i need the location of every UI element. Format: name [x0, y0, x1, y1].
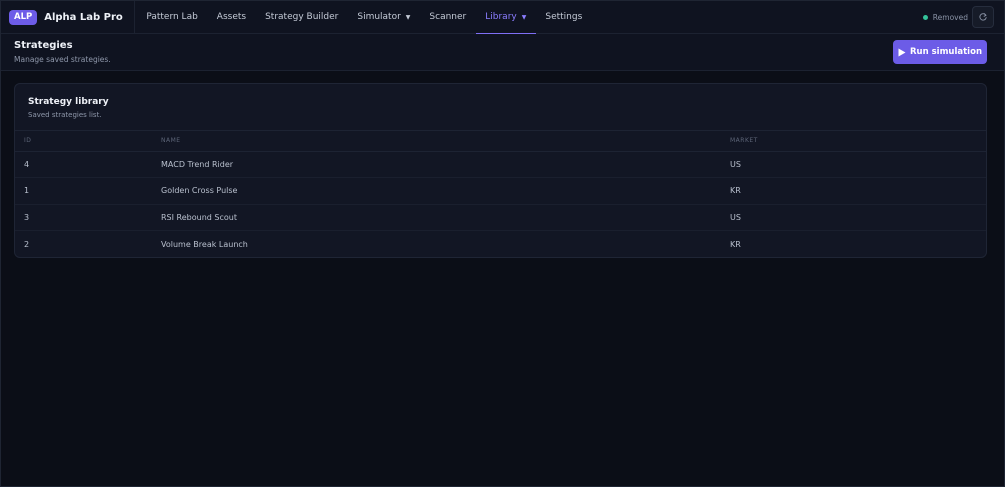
nav-label: Strategy Builder — [265, 12, 339, 22]
table-row[interactable]: 1 Golden Cross Pulse KR — [15, 177, 986, 205]
table-row[interactable]: 3 RSI Rebound Scout US — [15, 204, 986, 231]
cell-id: 2 — [24, 239, 30, 249]
cell-id: 3 — [15, 204, 161, 231]
cell-id: 1 — [15, 177, 161, 205]
nav-item-strategy-builder[interactable]: Strategy Builder — [256, 1, 348, 34]
play-icon — [898, 48, 906, 56]
column-header-id[interactable]: ID — [15, 131, 161, 152]
nav-label: Scanner — [429, 12, 467, 22]
refresh-button[interactable] — [972, 6, 994, 28]
nav-item-pattern-lab[interactable]: Pattern Lab — [137, 1, 207, 34]
app-window: ALP Alpha Lab Pro Pattern Lab Assets Str… — [0, 0, 1005, 487]
table-header-row: ID NAME MARKET — [15, 131, 986, 152]
cell-id: 4 — [15, 151, 161, 178]
cell-name: Golden Cross Pulse — [161, 177, 730, 205]
nav-label: Library — [485, 12, 517, 22]
cell-name: Volume Break Launch — [161, 239, 248, 249]
table-row[interactable]: 4 MACD Trend Rider US — [15, 151, 986, 178]
cell-name: RSI Rebound Scout — [161, 204, 730, 231]
chevron-down-icon: ▼ — [405, 13, 411, 21]
nav-item-assets[interactable]: Assets — [207, 1, 255, 34]
column-header-market[interactable]: MARKET — [730, 131, 986, 152]
nav-item-library[interactable]: Library ▼ — [475, 1, 536, 35]
nav-item-simulator[interactable]: Simulator ▼ — [348, 1, 420, 34]
page-subtitle: Manage saved strategies. — [14, 55, 111, 64]
column-header-name[interactable]: NAME — [161, 131, 730, 152]
nav-label: Simulator — [357, 12, 401, 22]
brand-badge: ALP — [9, 9, 38, 25]
nav-item-scanner[interactable]: Scanner — [420, 1, 476, 34]
nav-label: Pattern Lab — [146, 12, 198, 22]
card-header: Strategy library Saved strategies list. — [15, 84, 986, 131]
brand[interactable]: ALP Alpha Lab Pro — [9, 0, 135, 34]
status-text: Removed — [932, 12, 968, 22]
top-navigation: ALP Alpha Lab Pro Pattern Lab Assets Str… — [1, 0, 1004, 35]
cell-market: US — [730, 151, 986, 178]
strategies-table: ID NAME MARKET 4 MACD Trend Rider US 1 G… — [15, 131, 986, 257]
cell-market: KR — [730, 239, 741, 249]
page-title: Strategies — [14, 40, 73, 51]
topbar-status: Removed — [922, 6, 994, 28]
card-title: Strategy library — [28, 97, 109, 107]
brand-name: Alpha Lab Pro — [44, 11, 123, 23]
nav-item-settings[interactable]: Settings — [536, 1, 592, 34]
run-simulation-label: Run simulation — [909, 47, 982, 57]
refresh-icon — [979, 13, 987, 21]
main-nav: Pattern Lab Assets Strategy Builder Simu… — [137, 1, 592, 35]
nav-label: Settings — [545, 12, 583, 22]
cell-market: US — [730, 204, 986, 231]
status-dot-icon — [922, 14, 928, 20]
card-subtitle: Saved strategies list. — [28, 111, 102, 119]
chevron-down-icon: ▼ — [521, 13, 527, 21]
page-header: Strategies Manage saved strategies. Run … — [1, 34, 1004, 71]
run-simulation-button[interactable]: Run simulation — [893, 40, 987, 64]
cell-name: MACD Trend Rider — [161, 151, 730, 178]
strategy-library-card: Strategy library Saved strategies list. … — [14, 83, 987, 258]
nav-label: Assets — [216, 12, 247, 22]
cell-market: KR — [730, 177, 986, 205]
table-row[interactable]: 2 Volume Break Launch KR — [15, 231, 986, 258]
